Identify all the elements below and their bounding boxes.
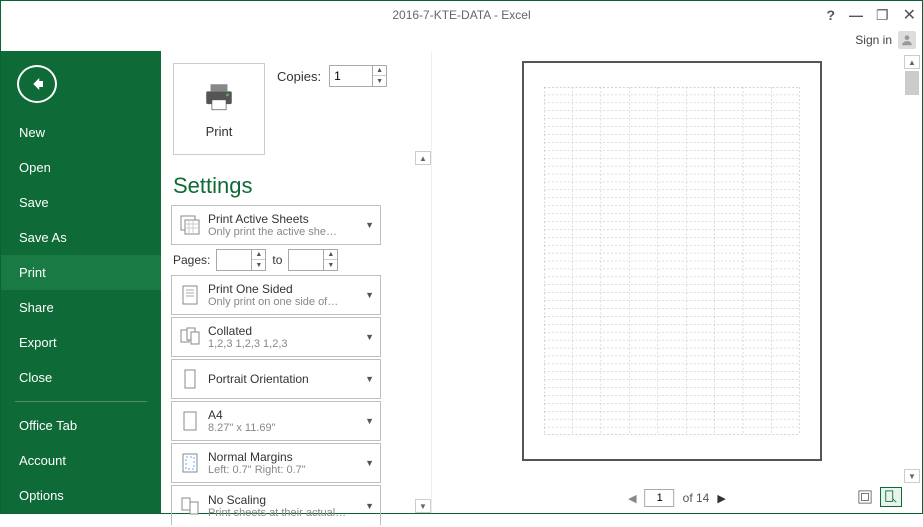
- preview-scrollbar[interactable]: ▲ ▼: [904, 55, 920, 483]
- option-collated[interactable]: Collated1,2,3 1,2,3 1,2,3 ▼: [171, 317, 381, 357]
- printer-icon: [202, 80, 236, 114]
- window-title: 2016-7-KTE-DATA - Excel: [392, 8, 530, 22]
- back-button[interactable]: [17, 65, 57, 103]
- backstage-sidebar: New Open Save Save As Print Share Export…: [1, 51, 161, 513]
- sidebar-item-print[interactable]: Print: [1, 255, 161, 290]
- sidebar-separator: [15, 401, 147, 402]
- sidebar-item-save[interactable]: Save: [1, 185, 161, 220]
- zoom-to-page-button[interactable]: [880, 487, 902, 507]
- sidebar-item-office-tab[interactable]: Office Tab: [1, 408, 161, 443]
- chevron-down-icon: ▼: [365, 416, 374, 426]
- spinner-down-icon[interactable]: ▼: [373, 76, 386, 86]
- to-label: to: [272, 253, 282, 267]
- page-navigation: ◀ of 14 ▶: [628, 489, 726, 507]
- sidebar-item-close[interactable]: Close: [1, 360, 161, 395]
- page-total: of 14: [683, 491, 710, 505]
- chevron-down-icon: ▼: [365, 458, 374, 468]
- sidebar-item-save-as[interactable]: Save As: [1, 220, 161, 255]
- scroll-down-icon[interactable]: ▼: [904, 469, 920, 483]
- portrait-icon: [172, 367, 208, 391]
- option-one-sided[interactable]: Print One SidedOnly print on one side of…: [171, 275, 381, 315]
- next-page-icon[interactable]: ▶: [717, 492, 725, 505]
- scroll-up-icon[interactable]: ▲: [904, 55, 920, 69]
- option-print-active-sheets[interactable]: Print Active SheetsOnly print the active…: [171, 205, 381, 245]
- one-sided-icon: [172, 283, 208, 307]
- chevron-down-icon: ▼: [365, 290, 374, 300]
- sidebar-item-options[interactable]: Options: [1, 478, 161, 513]
- scroll-thumb[interactable]: [905, 71, 919, 95]
- help-icon[interactable]: ?: [826, 7, 835, 23]
- pages-to-input[interactable]: [289, 250, 323, 270]
- pages-from-input[interactable]: [217, 250, 251, 270]
- prev-page-icon[interactable]: ◀: [628, 492, 636, 505]
- copies-input[interactable]: [330, 66, 372, 86]
- chevron-down-icon: ▼: [365, 374, 374, 384]
- pages-to-spinner[interactable]: ▲▼: [288, 249, 338, 271]
- sidebar-item-export[interactable]: Export: [1, 325, 161, 360]
- option-margins[interactable]: Normal MarginsLeft: 0.7" Right: 0.7" ▼: [171, 443, 381, 483]
- copies-spinner[interactable]: ▲▼: [329, 65, 387, 87]
- chevron-down-icon: ▼: [365, 501, 374, 511]
- print-button-label: Print: [206, 124, 233, 139]
- signin-link[interactable]: Sign in: [855, 33, 892, 47]
- settings-scrollbar[interactable]: ▲ ▼: [415, 151, 431, 513]
- settings-heading: Settings: [173, 173, 431, 199]
- option-paper-size[interactable]: A48.27" x 11.69" ▼: [171, 401, 381, 441]
- print-button[interactable]: Print: [173, 63, 265, 155]
- show-margins-button[interactable]: [854, 487, 876, 507]
- scroll-down-icon[interactable]: ▼: [415, 499, 431, 513]
- sheets-icon: [172, 213, 208, 237]
- avatar-icon[interactable]: [898, 31, 916, 49]
- minimize-icon[interactable]: —: [849, 7, 862, 23]
- chevron-down-icon: ▼: [365, 332, 374, 342]
- pages-label: Pages:: [173, 253, 210, 267]
- window-controls: ? — ❐ ✕: [826, 5, 916, 25]
- print-preview-pane: ▲ ▼ ◀ of 14 ▶: [431, 51, 922, 513]
- print-settings-pane: Print Copies: ▲▼ Settings Print Active S…: [161, 51, 431, 513]
- copies-label: Copies:: [277, 69, 321, 84]
- a4-icon: [172, 409, 208, 433]
- restore-icon[interactable]: ❐: [876, 7, 889, 24]
- current-page-input[interactable]: [645, 489, 675, 507]
- option-scaling[interactable]: No ScalingPrint sheets at their actual… …: [171, 485, 381, 525]
- sidebar-item-new[interactable]: New: [1, 115, 161, 150]
- option-orientation[interactable]: Portrait Orientation ▼: [171, 359, 381, 399]
- sidebar-item-open[interactable]: Open: [1, 150, 161, 185]
- spinner-up-icon[interactable]: ▲: [373, 66, 386, 76]
- title-bar: 2016-7-KTE-DATA - Excel ? — ❐ ✕: [1, 1, 922, 29]
- sidebar-item-account[interactable]: Account: [1, 443, 161, 478]
- preview-grid: [544, 87, 800, 435]
- signin-row: Sign in: [1, 29, 922, 51]
- scroll-up-icon[interactable]: ▲: [415, 151, 431, 165]
- margins-icon: [172, 451, 208, 475]
- chevron-down-icon: ▼: [365, 220, 374, 230]
- close-icon[interactable]: ✕: [903, 5, 916, 25]
- preview-page: [522, 61, 822, 461]
- sidebar-item-share[interactable]: Share: [1, 290, 161, 325]
- collated-icon: [172, 325, 208, 349]
- pages-from-spinner[interactable]: ▲▼: [216, 249, 266, 271]
